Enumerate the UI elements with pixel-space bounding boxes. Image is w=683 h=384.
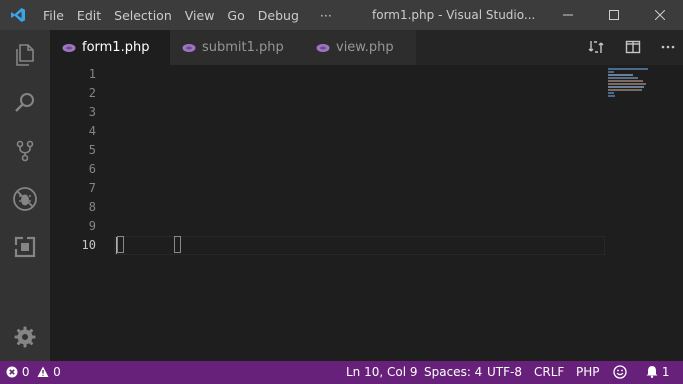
- line-number: 6: [88, 162, 96, 176]
- split-editor-icon: [625, 40, 641, 54]
- menu-debug[interactable]: Debug: [258, 8, 299, 23]
- text-cursor: [116, 237, 117, 254]
- error-icon: [6, 366, 18, 378]
- code-editor[interactable]: 12345678910 <h3>Menghitung Jumlah Pesert…: [50, 65, 683, 361]
- search-icon: [15, 93, 34, 112]
- more-actions-icon: [661, 45, 675, 49]
- menu-go[interactable]: Go: [227, 8, 244, 23]
- more-actions-button[interactable]: [660, 39, 676, 59]
- warning-count: 0: [53, 365, 61, 379]
- status-bar: 0 0 Ln 10, Col 9 Spaces: 4 UTF-8 CRLF PH…: [0, 361, 683, 384]
- activity-explorer[interactable]: [0, 31, 50, 79]
- tab-form1-php[interactable]: form1.php: [50, 30, 170, 65]
- activity-debug[interactable]: [0, 175, 50, 223]
- cursor-position[interactable]: Ln 10, Col 9: [346, 361, 418, 384]
- tab-label: form1.php: [82, 40, 150, 55]
- tab-view-php[interactable]: view.php: [304, 30, 417, 65]
- problems-indicator[interactable]: 0 0: [6, 361, 61, 384]
- line-number: 10: [81, 238, 96, 252]
- minimize-button[interactable]: [545, 0, 591, 30]
- php-file-icon: [316, 43, 330, 52]
- feedback-button[interactable]: [613, 361, 627, 384]
- activity-settings[interactable]: [0, 313, 50, 361]
- menu-view[interactable]: View: [185, 8, 215, 23]
- end-of-line[interactable]: CRLF: [534, 361, 564, 384]
- indentation[interactable]: Spaces: 4: [424, 361, 482, 384]
- tab-label: submit1.php: [202, 40, 284, 55]
- editor-tabs: form1.php submit1.php view.php: [50, 30, 683, 65]
- explorer-icon: [16, 44, 34, 66]
- php-file-icon: [182, 43, 196, 52]
- maximize-button[interactable]: [591, 0, 637, 30]
- tab-label: view.php: [336, 40, 394, 55]
- language-mode[interactable]: PHP: [576, 361, 600, 384]
- window-title: form1.php - Visual Studio...: [372, 8, 536, 22]
- source-control-icon: [16, 140, 34, 162]
- error-count: 0: [21, 365, 30, 379]
- settings-gear-icon: [14, 326, 36, 348]
- line-number: 2: [88, 86, 96, 100]
- activity-bar: [0, 30, 50, 361]
- split-editor-button[interactable]: [625, 39, 641, 59]
- line-number: 1: [88, 67, 96, 81]
- menu-file[interactable]: File: [43, 8, 64, 23]
- close-icon: [655, 10, 665, 20]
- title-bar: File Edit Selection View Go Debug ··· fo…: [0, 0, 683, 30]
- menu-more[interactable]: ···: [320, 8, 332, 23]
- current-line-highlight: [114, 236, 605, 255]
- line-number: 7: [88, 181, 96, 195]
- vscode-logo-icon: [11, 8, 25, 22]
- line-number: 4: [88, 124, 96, 138]
- php-file-icon: [62, 43, 76, 52]
- menu-bar: File Edit Selection View Go Debug ···: [43, 0, 345, 30]
- encoding[interactable]: UTF-8: [487, 361, 522, 384]
- feedback-smiley-icon: [613, 365, 627, 379]
- activity-extensions[interactable]: [0, 223, 50, 271]
- menu-selection[interactable]: Selection: [114, 8, 172, 23]
- menu-edit[interactable]: Edit: [77, 8, 101, 23]
- activity-search[interactable]: [0, 79, 50, 127]
- warning-icon: [37, 366, 49, 377]
- bracket-match-highlight: [174, 236, 181, 253]
- minimap-preview: [608, 68, 648, 97]
- compare-changes-button[interactable]: [588, 39, 604, 59]
- close-button[interactable]: [637, 0, 683, 30]
- maximize-icon: [609, 10, 619, 20]
- line-number: 8: [88, 200, 96, 214]
- activity-source-control[interactable]: [0, 127, 50, 175]
- line-number: 3: [88, 105, 96, 119]
- notifications-button[interactable]: 1: [646, 361, 669, 384]
- bell-icon: [646, 366, 658, 378]
- minimize-icon: [563, 14, 573, 16]
- line-number: 5: [88, 143, 96, 157]
- extensions-icon: [14, 236, 36, 258]
- bracket-match-highlight: [117, 236, 124, 253]
- compare-changes-icon: [588, 41, 604, 53]
- debug-icon: [13, 187, 37, 211]
- tab-submit1-php[interactable]: submit1.php: [170, 30, 305, 65]
- minimap[interactable]: [605, 65, 683, 361]
- line-number: 9: [88, 219, 96, 233]
- notification-count: 1: [661, 365, 670, 379]
